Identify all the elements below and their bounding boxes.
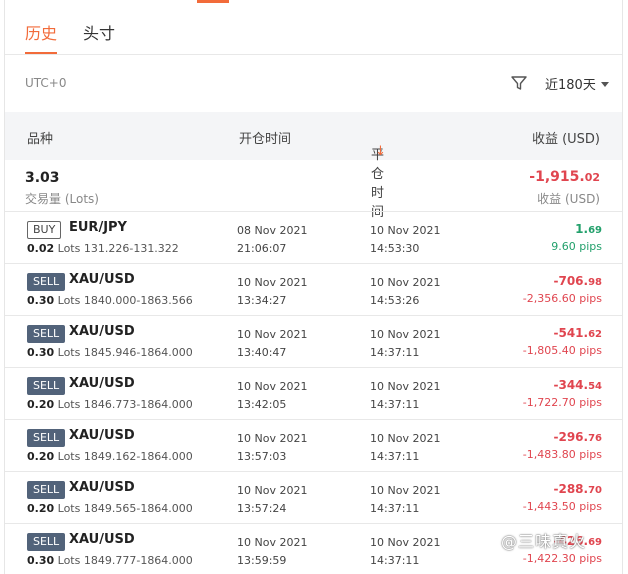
close-datetime: 10 Nov 2021 14:53:26 [370, 276, 441, 307]
filter-toolbar: UTC+0 近180天 [5, 56, 622, 112]
header-profit: 收益 (USD) [531, 132, 600, 147]
watermark-text: @三味真火 [501, 532, 587, 551]
close-datetime: 10 Nov 2021 14:37:11 [370, 536, 441, 567]
tab-positions[interactable]: 头寸 [83, 20, 115, 44]
tab-bar: 历史 头寸 [5, 0, 622, 55]
trade-pips: -1,483.80 pips [522, 448, 602, 461]
lots-info: 0.20 Lots 1849.162-1864.000 [27, 450, 193, 463]
trade-profit: -288.70 [553, 482, 602, 496]
symbol-label: EUR/JPY [69, 220, 127, 235]
lots-info: 0.02 Lots 131.226-131.322 [27, 242, 179, 255]
trade-list: BUY EUR/JPY 0.02 Lots 131.226-131.322 08 No… [5, 212, 622, 574]
table-row[interactable]: SELL XAU/USD 0.30 Lots 1840.000-1863.566 10… [5, 264, 622, 316]
total-volume: 3.03 [25, 170, 60, 186]
symbol-label: XAU/USD [69, 428, 135, 443]
table-row[interactable]: SELL XAU/USD 0.20 Lots 1849.162-1864.000 10… [5, 420, 622, 472]
side-badge: SELL [27, 481, 66, 499]
lots-info: 0.20 Lots 1846.773-1864.000 [27, 398, 193, 411]
open-datetime: 10 Nov 2021 13:57:24 [237, 484, 308, 515]
total-profit: -1,915.02 [529, 169, 600, 185]
open-datetime: 08 Nov 2021 21:06:07 [237, 224, 308, 255]
side-badge: SELL [27, 273, 66, 291]
close-datetime: 10 Nov 2021 14:53:30 [370, 224, 441, 255]
header-instrument: 品种 [27, 132, 54, 147]
close-datetime: 10 Nov 2021 14:37:11 [370, 328, 441, 359]
lots-info: 0.30 Lots 1840.000-1863.566 [27, 294, 193, 307]
table-row[interactable]: SELL XAU/USD 0.20 Lots 1849.565-1864.000 10… [5, 472, 622, 524]
open-datetime: 10 Nov 2021 13:34:27 [237, 276, 308, 307]
active-tab-indicator [25, 52, 57, 54]
side-badge: SELL [27, 533, 66, 551]
trade-pips: -1,443.50 pips [522, 500, 602, 513]
total-volume-label: 交易量 (Lots) [25, 192, 99, 206]
symbol-label: XAU/USD [69, 376, 135, 391]
filter-icon[interactable] [510, 74, 528, 92]
symbol-label: XAU/USD [69, 324, 135, 339]
header-open-time[interactable]: 开仓时间 [239, 128, 291, 147]
close-datetime: 10 Nov 2021 14:37:11 [370, 432, 441, 463]
trade-profit: -296.76 [553, 430, 602, 444]
symbol-label: XAU/USD [69, 480, 135, 495]
open-datetime: 10 Nov 2021 13:59:59 [237, 536, 308, 567]
side-badge: SELL [27, 429, 66, 447]
timezone-label: UTC+0 [25, 76, 67, 90]
open-datetime: 10 Nov 2021 13:42:05 [237, 380, 308, 411]
tab-history[interactable]: 历史 [25, 20, 57, 44]
lots-info: 0.30 Lots 1849.777-1864.000 [27, 554, 193, 567]
open-datetime: 10 Nov 2021 13:40:47 [237, 328, 308, 359]
trade-profit: -344.54 [553, 378, 602, 392]
trade-pips: -2,356.60 pips [522, 292, 602, 305]
sort-down-icon: ↓ [375, 144, 386, 159]
summary-row: 3.03 交易量 (Lots) -1,915.02 收益 (USD) [5, 160, 622, 212]
close-datetime: 10 Nov 2021 14:37:11 [370, 484, 441, 515]
trade-profit: -541.62 [553, 326, 602, 340]
side-badge: SELL [27, 377, 66, 395]
side-badge: SELL [27, 325, 66, 343]
history-panel: 历史 头寸 UTC+0 近180天 品种 开仓时间 平仓时间 ↓ 收益 (USD)… [4, 0, 623, 574]
lots-info: 0.20 Lots 1849.565-1864.000 [27, 502, 193, 515]
table-row[interactable]: SELL XAU/USD 0.20 Lots 1846.773-1864.000 10… [5, 368, 622, 420]
symbol-label: XAU/USD [69, 532, 135, 547]
trade-pips: -1,422.30 pips [522, 552, 602, 565]
close-datetime: 10 Nov 2021 14:37:11 [370, 380, 441, 411]
trade-profit: 1.69 [575, 222, 602, 236]
table-row[interactable]: SELL XAU/USD 0.30 Lots 1845.946-1864.000 10… [5, 316, 622, 368]
lots-info: 0.30 Lots 1845.946-1864.000 [27, 346, 193, 359]
open-datetime: 10 Nov 2021 13:57:03 [237, 432, 308, 463]
trade-pips: -1,722.70 pips [522, 396, 602, 409]
trade-pips: 9.60 pips [551, 240, 602, 253]
symbol-label: XAU/USD [69, 272, 135, 287]
trade-profit: -706.98 [553, 274, 602, 288]
date-range-dropdown[interactable]: 近180天 [545, 74, 609, 93]
side-badge: BUY [27, 221, 62, 239]
total-profit-label: 收益 (USD) [537, 192, 600, 206]
date-range-label: 近180天 [545, 78, 596, 93]
chevron-down-icon [600, 82, 609, 87]
table-row[interactable]: BUY EUR/JPY 0.02 Lots 131.226-131.322 08 No… [5, 212, 622, 264]
trade-pips: -1,805.40 pips [522, 344, 602, 357]
table-header: 品种 开仓时间 平仓时间 ↓ 收益 (USD) [5, 112, 622, 220]
